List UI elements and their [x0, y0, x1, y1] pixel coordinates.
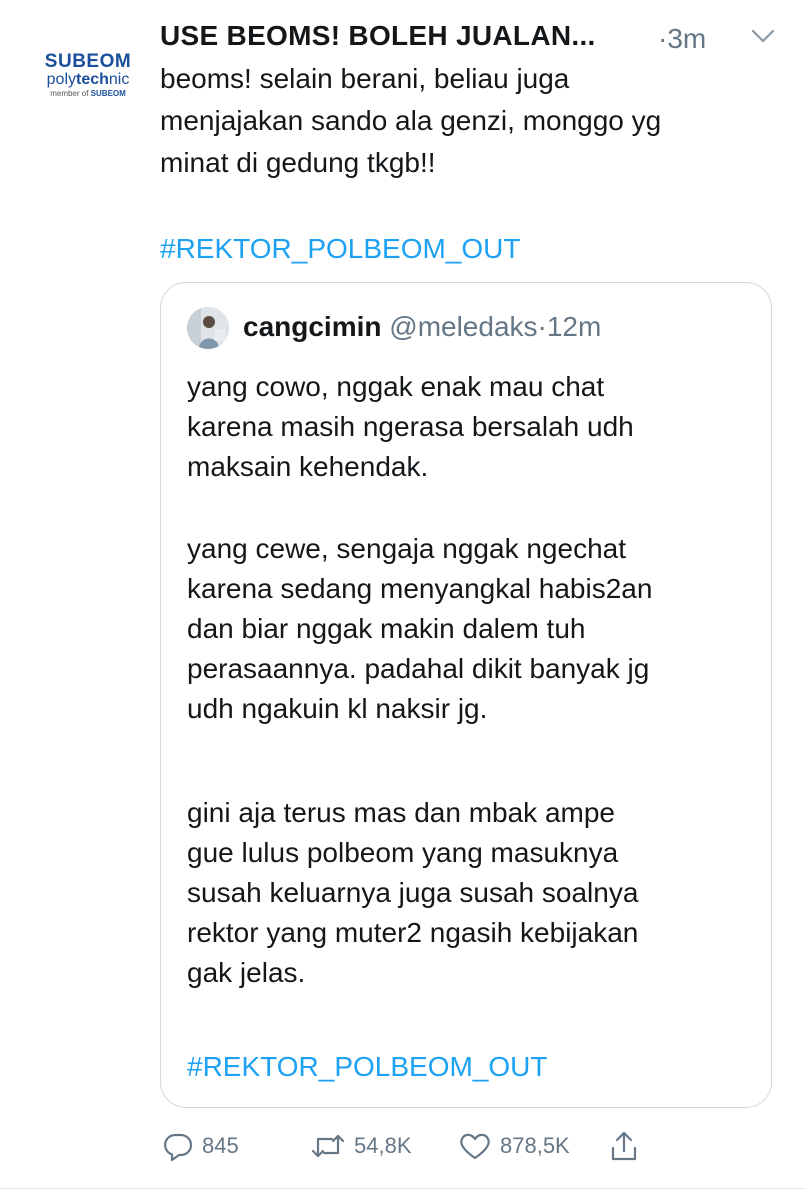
reply-button[interactable]: 845 [162, 1126, 239, 1166]
divider [0, 1188, 805, 1189]
like-count: 878,5K [500, 1133, 570, 1158]
share-icon [611, 1131, 637, 1161]
quoted-avatar[interactable] [187, 307, 229, 349]
reply-icon [164, 1133, 193, 1162]
author-display-name[interactable]: USE BEOMS! BOLEH JUALAN... [160, 20, 596, 52]
tweet-header: USE BEOMS! BOLEH JUALAN... ·3m [160, 18, 790, 58]
quoted-paragraph-3: gini aja terus mas dan mbak ampe gue lul… [187, 797, 639, 988]
retweet-count: 54,8K [354, 1133, 412, 1158]
reply-count: 845 [202, 1133, 239, 1158]
avatar-photo-icon [187, 307, 229, 349]
tweet-text: beoms! selain berani, beliau juga menjaj… [160, 63, 662, 178]
share-button[interactable] [608, 1126, 640, 1166]
logo-member-line: member of SUBEOM [50, 89, 126, 98]
heart-icon [460, 1133, 490, 1160]
retweet-icon [311, 1134, 345, 1158]
quoted-display-name[interactable]: cangcimin [243, 311, 381, 342]
quoted-tweet-card[interactable]: cangcimin @meledaks·12m yang cowo, nggak… [160, 282, 772, 1108]
quoted-timestamp[interactable]: ·12m [538, 311, 602, 342]
like-button[interactable]: 878,5K [458, 1126, 570, 1166]
tweet-timestamp[interactable]: ·3m [658, 23, 706, 55]
tweet-actions-bar: 845 54,8K 878,5K [160, 1126, 780, 1166]
quoted-handle[interactable]: @meledaks [389, 311, 537, 342]
quoted-paragraph-1: yang cowo, nggak enak mau chat karena ma… [187, 371, 634, 482]
quoted-header: cangcimin @meledaks·12m [243, 311, 601, 343]
quoted-paragraph-2: yang cewe, sengaja nggak ngechat karena … [187, 533, 653, 724]
chevron-down-icon[interactable] [750, 26, 776, 46]
quoted-hashtag-link[interactable]: #REKTOR_POLBEOM_OUT [187, 1047, 547, 1087]
account-avatar-logo[interactable]: SUBEOM polytechnic member of SUBEOM [28, 52, 148, 99]
logo-subtitle: polytechnic [46, 71, 130, 88]
logo-wordmark: SUBEOM [44, 51, 132, 72]
tweet-hashtag-link[interactable]: #REKTOR_POLBEOM_OUT [160, 228, 520, 270]
retweet-button[interactable]: 54,8K [310, 1126, 412, 1166]
